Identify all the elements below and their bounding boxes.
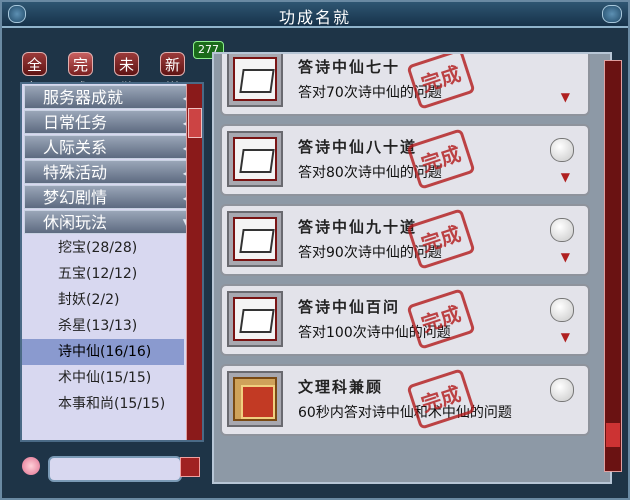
- category-social[interactable]: 人际关系◀: [24, 135, 199, 159]
- achievement-card[interactable]: 答诗中仙七十 答对70次诗中仙的问题 完成 ▼: [220, 54, 590, 116]
- achievement-title: 答诗中仙九十道: [298, 218, 418, 236]
- achievement-list: 答诗中仙七十 答对70次诗中仙的问题 完成 ▼ 答诗中仙八十道 答对80次诗中仙…: [212, 52, 612, 484]
- chevron-down-icon[interactable]: ▼: [561, 90, 570, 104]
- close-button[interactable]: [602, 5, 622, 23]
- achievement-desc: 60秒内答对诗中仙和术中仙的问题: [298, 405, 512, 421]
- subitem-shizhongxian[interactable]: 诗中仙(16/16): [22, 339, 184, 365]
- subitem-wabao[interactable]: 挖宝(28/28): [22, 235, 202, 261]
- category-story[interactable]: 梦幻剧情◀: [24, 185, 199, 209]
- achievement-window: 功成名就 全部 完成 未做 新增 277 服务器成就◀ 日常任务◀ 人际关系◀ …: [0, 0, 630, 500]
- reward-icon[interactable]: [550, 218, 574, 242]
- subitem-benshiheshang[interactable]: 本事和尚(15/15): [22, 391, 202, 417]
- category-label: 休闲玩法: [43, 213, 108, 232]
- tab-new[interactable]: 新增: [160, 52, 186, 98]
- book-icon: [239, 309, 275, 333]
- achievement-icon-frame: [227, 291, 283, 347]
- search-bar: [20, 454, 204, 482]
- tab-undone[interactable]: 未做: [114, 52, 140, 98]
- achievement-icon-frame: [227, 54, 283, 107]
- reward-icon[interactable]: [550, 298, 574, 322]
- tab-done[interactable]: 完成: [68, 52, 94, 98]
- book-icon: [239, 149, 275, 173]
- achievement-icon-frame: [227, 131, 283, 187]
- category-scrollbar[interactable]: [186, 84, 202, 440]
- achievement-icon-frame: [227, 371, 283, 427]
- category-server[interactable]: 服务器成就◀: [24, 85, 199, 109]
- reward-icon[interactable]: [550, 378, 574, 402]
- chevron-down-icon[interactable]: ▼: [561, 170, 570, 184]
- category-label: 人际关系: [43, 138, 108, 157]
- category-label: 服务器成就: [43, 88, 124, 107]
- achievement-card[interactable]: 答诗中仙八十道 答对80次诗中仙的问题 完成 ▼: [220, 124, 590, 196]
- achievement-icon-frame: [227, 211, 283, 267]
- complete-stamp: 完成: [406, 288, 476, 350]
- category-special[interactable]: 特殊活动◀: [24, 160, 199, 184]
- achievement-card[interactable]: 答诗中仙九十道 答对90次诗中仙的问题 完成 ▼: [220, 204, 590, 276]
- achievement-title: 答诗中仙八十道: [298, 138, 418, 156]
- achievement-title: 答诗中仙七十: [298, 58, 401, 76]
- tab-all[interactable]: 全部: [22, 52, 48, 98]
- subitem-shuzhongxian[interactable]: 术中仙(15/15): [22, 365, 202, 391]
- category-daily[interactable]: 日常任务◀: [24, 110, 199, 134]
- scroll-thumb[interactable]: [606, 423, 620, 447]
- achievement-card[interactable]: 答诗中仙百问 答对100次诗中仙的问题 完成 ▼: [220, 284, 590, 356]
- achievement-card[interactable]: 文理科兼顾 60秒内答对诗中仙和术中仙的问题 完成: [220, 364, 590, 436]
- reward-icon[interactable]: [550, 138, 574, 162]
- category-label: 日常任务: [43, 113, 108, 132]
- search-input[interactable]: [48, 456, 182, 482]
- category-label: 梦幻剧情: [43, 188, 108, 207]
- subitem-wubao[interactable]: 五宝(12/12): [22, 261, 202, 287]
- title-bar[interactable]: 功成名就: [2, 2, 628, 28]
- achievement-title: 答诗中仙百问: [298, 298, 401, 316]
- window-title: 功成名就: [278, 8, 351, 27]
- chevron-down-icon[interactable]: ▼: [561, 250, 570, 264]
- category-leisure[interactable]: 休闲玩法▼: [24, 210, 199, 234]
- category-label: 特殊活动: [43, 163, 108, 182]
- category-panel: 服务器成就◀ 日常任务◀ 人际关系◀ 特殊活动◀ 梦幻剧情◀ 休闲玩法▼ 挖宝(…: [20, 82, 204, 442]
- scroll-thumb[interactable]: [188, 108, 202, 138]
- book-icon: [239, 69, 275, 93]
- subitem-shaxing[interactable]: 杀星(13/13): [22, 313, 202, 339]
- book-icon: [239, 229, 275, 253]
- peach-icon: [22, 457, 40, 475]
- red-book-icon: [233, 377, 277, 421]
- chevron-down-icon[interactable]: ▼: [561, 330, 570, 344]
- achievement-scrollbar[interactable]: [604, 60, 622, 472]
- achievement-title: 文理科兼顾: [298, 378, 384, 396]
- subitem-fengyao[interactable]: 封妖(2/2): [22, 287, 202, 313]
- search-button[interactable]: [180, 457, 200, 477]
